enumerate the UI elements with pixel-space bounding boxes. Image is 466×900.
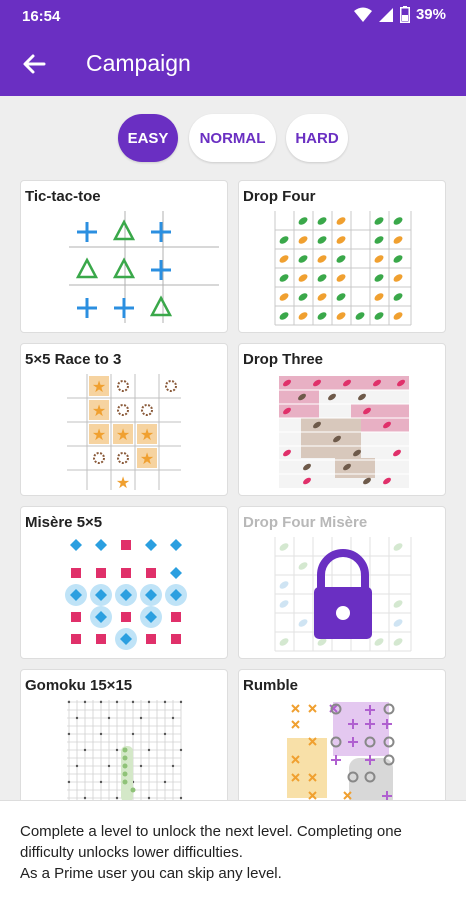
level-card-drop-three[interactable]: Drop Three [238, 343, 446, 496]
level-card-tic-tac-toe[interactable]: Tic-tac-toe [20, 180, 228, 333]
level-title: Gomoku 15×15 [25, 677, 133, 694]
level-card-5x5-race-to-3[interactable]: 5×5 Race to 3 ★ ★ ★ ★ ★ ★ ★ [20, 343, 228, 496]
level-title: Drop Four Misère [243, 514, 368, 531]
info-text-unlock: Complete a level to unlock the next leve… [20, 823, 402, 861]
svg-text:★: ★ [140, 449, 154, 468]
signal-icon [378, 7, 393, 22]
drop-four-preview [274, 211, 412, 326]
level-card-misere-5x5[interactable]: Misère 5×5 [20, 506, 228, 659]
tab-normal[interactable]: NORMAL [189, 114, 276, 162]
misere-preview [65, 539, 187, 650]
svg-text:★: ★ [92, 377, 106, 396]
svg-text:★: ★ [140, 425, 154, 444]
level-card-drop-four[interactable]: Drop Four [238, 180, 446, 333]
svg-text:★: ★ [116, 473, 130, 492]
drop-three-preview [279, 376, 409, 488]
wifi-icon [353, 7, 372, 22]
status-icons: 39% [353, 6, 446, 23]
svg-text:★: ★ [92, 425, 106, 444]
tab-easy[interactable]: EASY [118, 114, 178, 162]
svg-text:★: ★ [92, 401, 106, 420]
info-text-prime: As a Prime user you can skip any level. [20, 865, 282, 882]
level-title: Drop Four [243, 188, 316, 205]
tab-hard[interactable]: HARD [286, 114, 348, 162]
status-bar: 16:54 39% [0, 0, 466, 32]
svg-text:★: ★ [116, 425, 130, 444]
level-title: Drop Three [243, 351, 324, 368]
page-title: Campaign [86, 50, 191, 76]
level-card-drop-four-misere[interactable]: Drop Four Misère [238, 506, 446, 659]
info-panel: Complete a level to unlock the next leve… [0, 800, 466, 900]
battery-icon [399, 6, 410, 23]
level-title: Tic-tac-toe [25, 188, 101, 205]
arrow-left-icon[interactable] [18, 48, 50, 80]
app-bar: Campaign [0, 32, 466, 96]
tic-tac-toe-preview [69, 211, 219, 323]
status-time: 16:54 [22, 8, 61, 25]
level-title: 5×5 Race to 3 [25, 351, 122, 368]
lock-icon [314, 549, 372, 639]
drop-four-misere-preview [274, 537, 412, 652]
battery-percent: 39% [415, 6, 446, 23]
difficulty-tabs: EASY NORMAL HARD [0, 114, 466, 162]
level-title: Rumble [243, 677, 299, 694]
level-title: Misère 5×5 [25, 514, 103, 531]
race-to-3-preview: ★ ★ ★ ★ ★ ★ ★ [67, 374, 181, 492]
